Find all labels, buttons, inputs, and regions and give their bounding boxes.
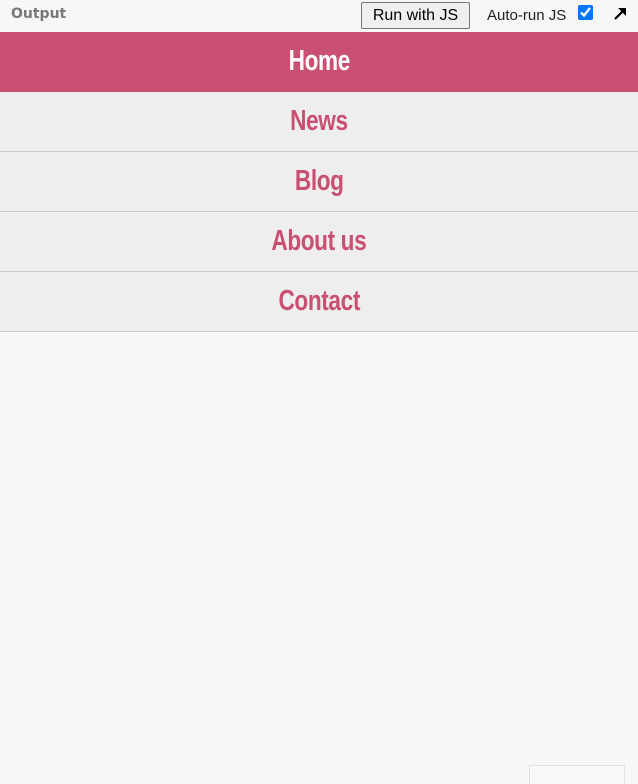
main-nav: Home News Blog About us Contact (0, 32, 638, 332)
nav-item-label: News (290, 105, 348, 137)
nav-item-about-us[interactable]: About us (0, 212, 638, 272)
autorun-checkbox[interactable] (578, 5, 593, 20)
arrow-up-right-icon[interactable] (611, 5, 629, 23)
nav-item-news[interactable]: News (0, 92, 638, 152)
nav-item-home[interactable]: Home (0, 32, 638, 92)
nav-item-label: Contact (278, 285, 360, 317)
nav-item-label: About us (271, 225, 367, 257)
nav-item-contact[interactable]: Contact (0, 272, 638, 332)
nav-item-label: Home (288, 45, 350, 77)
autorun-label: Auto-run JS (487, 7, 567, 24)
output-toolbar: Output Run with JS Auto-run JS (0, 0, 638, 32)
run-with-js-button[interactable]: Run with JS (361, 2, 470, 29)
output-label: Output (11, 6, 67, 22)
corner-widget (529, 765, 625, 784)
nav-item-blog[interactable]: Blog (0, 152, 638, 212)
nav-item-label: Blog (294, 165, 344, 197)
